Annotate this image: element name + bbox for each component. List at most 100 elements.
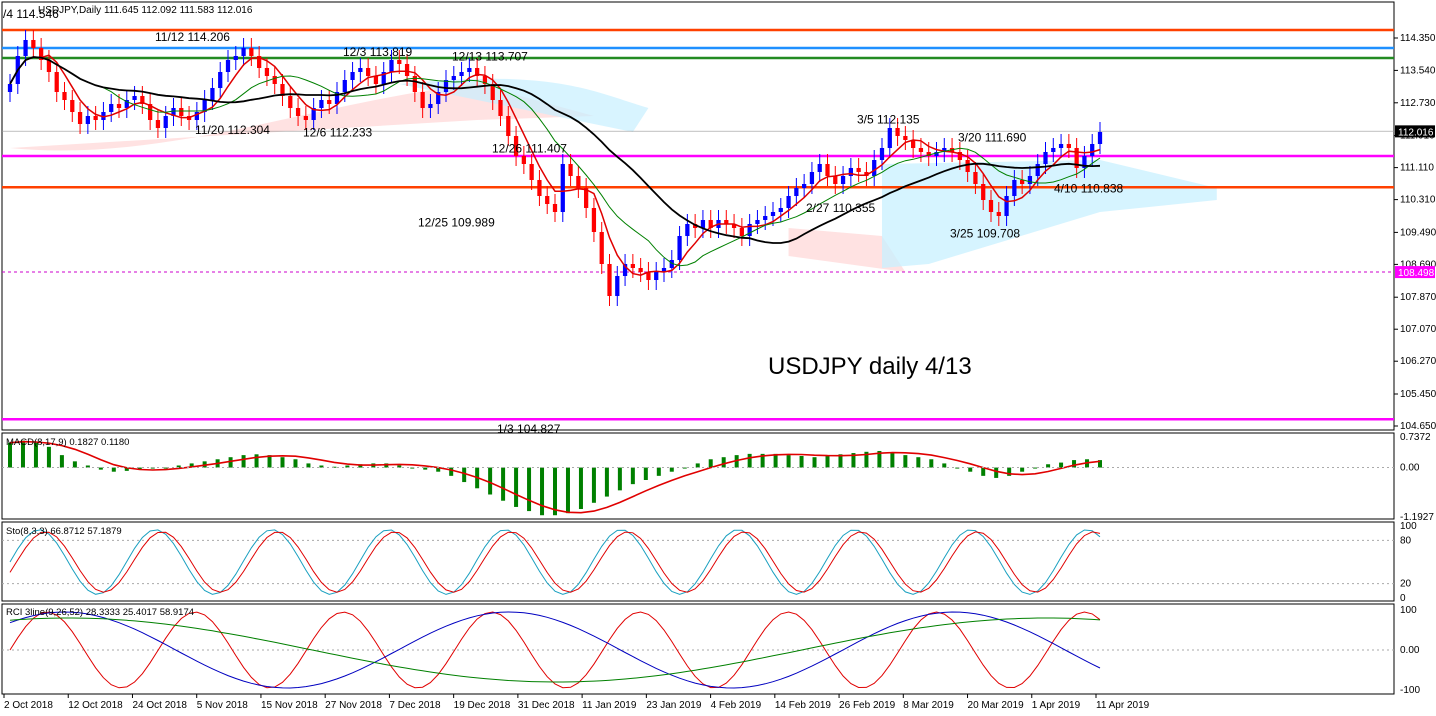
candle-body	[62, 92, 67, 100]
candle-body	[630, 264, 635, 268]
macd-bar	[501, 467, 506, 501]
ref-level-label: 108.498	[1398, 268, 1435, 279]
macd-bar	[968, 467, 973, 472]
candle-body	[1043, 152, 1048, 164]
time-tick-label: 4 Feb 2019	[711, 700, 762, 711]
candle-body	[996, 212, 1001, 216]
macd-bar	[514, 467, 519, 507]
price-tick-label: 107.870	[1400, 292, 1436, 303]
macd-bar	[799, 455, 804, 468]
candle-body	[591, 208, 597, 232]
candle-body	[879, 148, 885, 160]
macd-bar	[786, 455, 791, 468]
candle-body	[459, 72, 464, 76]
candle-body	[872, 160, 877, 176]
macd-bar	[916, 457, 921, 468]
candle-body	[23, 40, 28, 56]
stoch-label: Sto(8,3,3) 66.8712 57.1879	[6, 526, 122, 537]
rci-label: RCI 3line(9,26,52) 28.3333 25.4017 58.91…	[6, 607, 194, 618]
candle-body	[599, 232, 604, 264]
candle-body	[350, 72, 355, 80]
candle-body	[264, 68, 270, 76]
candle-body	[70, 100, 75, 112]
candle-body	[685, 224, 690, 236]
price-tick-label: 105.450	[1400, 389, 1436, 400]
candle-body	[965, 160, 970, 172]
candle-body	[93, 116, 98, 120]
price-tick-label: 104.650	[1400, 421, 1436, 432]
candle-body	[1027, 176, 1033, 184]
candle-body	[903, 136, 908, 140]
candle-body	[840, 176, 846, 184]
candle-body	[288, 96, 293, 108]
candle-body	[1004, 196, 1009, 216]
stoch-tick-label: 0	[1400, 593, 1406, 604]
macd-bar	[72, 461, 77, 468]
annotation-label: 12/26 111.407	[492, 142, 567, 156]
rci-tick-label: 0.00	[1400, 645, 1420, 656]
candle-body	[763, 216, 768, 220]
candle-body	[397, 60, 402, 64]
candle-body	[802, 184, 807, 188]
macd-bar	[540, 467, 545, 516]
time-tick-label: 20 Mar 2019	[968, 700, 1025, 711]
time-tick-label: 15 Nov 2018	[261, 700, 318, 711]
candle-body	[132, 96, 137, 100]
time-tick-label: 11 Jan 2019	[582, 700, 637, 711]
macd-label: MACD(8,17,9) 0.1827 0.1180	[6, 437, 129, 448]
price-tick-label: 106.270	[1400, 356, 1436, 367]
candle-body	[303, 116, 308, 120]
candle-body	[498, 100, 503, 116]
candle-body	[755, 220, 760, 224]
price-tick-label: 111.110	[1400, 163, 1434, 174]
candle-body	[895, 128, 900, 136]
candle-body	[319, 100, 324, 108]
candle-body	[116, 104, 122, 108]
candle-body	[327, 100, 332, 104]
candle-body	[770, 212, 776, 216]
time-tick-label: 7 Dec 2018	[389, 700, 441, 711]
macd-bar	[553, 467, 557, 516]
annotation-label: 12/25 109.989	[418, 215, 495, 229]
macd-bar	[721, 457, 726, 468]
annotation-label: 11/12 114.206	[155, 30, 230, 44]
candle-body	[389, 60, 394, 72]
rci-tick-label: 100	[1400, 605, 1417, 616]
annotation-label: 12/6 112.233	[303, 126, 373, 140]
macd-bar	[241, 455, 246, 468]
candle-body	[809, 172, 815, 184]
macd-bar	[111, 467, 116, 472]
price-tick-label: 113.540	[1400, 65, 1436, 76]
macd-bar	[903, 455, 908, 468]
macd-bar	[578, 467, 583, 510]
candle-body	[576, 176, 581, 188]
candle-body	[233, 56, 238, 60]
time-tick-label: 1 Apr 2019	[1032, 700, 1081, 711]
time-tick-label: 8 Mar 2019	[903, 700, 954, 711]
annotation-label: 11/20 112.304	[195, 123, 270, 137]
time-tick-label: 14 Feb 2019	[775, 700, 832, 711]
annotation-label: 3/25 109.708	[950, 227, 1020, 241]
candle-body	[848, 168, 853, 176]
candle-body	[451, 76, 456, 80]
header-fragment: /4 114.546	[3, 7, 59, 21]
candle-body	[179, 108, 184, 116]
candle-body	[163, 116, 168, 128]
annotation-label: 1/3 104.827	[497, 422, 561, 436]
time-tick-label: 31 Dec 2018	[518, 700, 575, 711]
macd-bar	[773, 453, 778, 468]
candle-body	[1097, 132, 1103, 144]
price-tick-label: 114.350	[1400, 33, 1436, 44]
time-tick-label: 11 Apr 2019	[1096, 700, 1150, 711]
time-tick-label: 23 Jan 2019	[646, 700, 701, 711]
candle-body	[420, 92, 425, 108]
macd-bar	[565, 467, 570, 514]
time-tick-label: 5 Nov 2018	[197, 700, 249, 711]
candle-body	[31, 40, 36, 48]
chart: 11/12 114.206 12/3 113.819 12/13 113.707 11…	[1, 1, 1436, 711]
candle-body	[615, 276, 620, 296]
candle-body	[537, 180, 542, 196]
candle-body	[249, 48, 254, 56]
rci-tick-label: -100	[1400, 685, 1420, 696]
macd-bar	[306, 463, 311, 468]
